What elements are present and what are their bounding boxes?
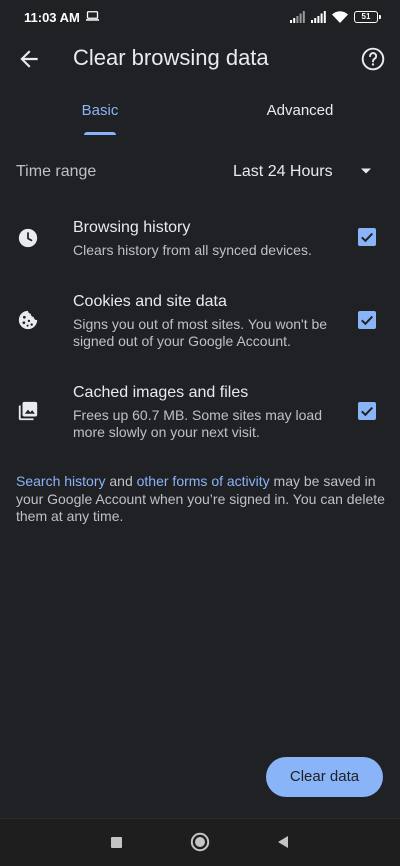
- tab-basic[interactable]: Basic: [0, 90, 200, 136]
- time-range-dropdown[interactable]: Last 24 Hours: [222, 153, 386, 191]
- option-description: Clears history from all synced devices.: [73, 242, 312, 258]
- option-cached-images[interactable]: Cached images and files Frees up 60.7 MB…: [0, 384, 400, 442]
- battery-icon: 51: [354, 11, 381, 23]
- image-icon: [18, 401, 38, 421]
- page-title: Clear browsing data: [73, 45, 269, 70]
- navigation-bar: [0, 818, 400, 866]
- option-title: Cookies and site data: [73, 293, 227, 310]
- laptop-icon: [86, 11, 99, 21]
- status-time: 11:03 AM: [24, 10, 80, 25]
- option-description: Signs you out of most sites. You won't b…: [73, 316, 328, 349]
- tab-bar: Basic Advanced: [0, 90, 400, 136]
- clear-data-button[interactable]: Clear data: [266, 757, 383, 797]
- option-cookies[interactable]: Cookies and site data Signs you out of m…: [0, 293, 400, 351]
- note-text: and: [105, 473, 137, 489]
- wifi-icon: [332, 11, 348, 23]
- home-icon[interactable]: [190, 832, 210, 852]
- option-browsing-history[interactable]: Browsing history Clears history from all…: [0, 219, 400, 259]
- tab-advanced[interactable]: Advanced: [200, 90, 400, 136]
- clock-icon: [18, 228, 38, 248]
- arrow-back-icon[interactable]: [16, 46, 42, 72]
- option-title: Browsing history: [73, 219, 191, 236]
- signal-icon: [311, 11, 326, 23]
- tab-indicator: [84, 132, 116, 135]
- option-description: Frees up 60.7 MB. Some sites may load mo…: [73, 407, 322, 440]
- other-activity-link[interactable]: other forms of activity: [137, 473, 270, 489]
- battery-level: 51: [361, 12, 371, 21]
- time-range-value: Last 24 Hours: [233, 163, 333, 180]
- app-bar: Clear browsing data: [0, 36, 400, 82]
- account-activity-note: Search history and other forms of activi…: [16, 473, 388, 526]
- cookie-icon: [18, 310, 38, 330]
- cookies-checkbox[interactable]: [358, 311, 376, 329]
- check-icon: [361, 232, 374, 243]
- time-range-row: Time range Last 24 Hours: [0, 153, 400, 191]
- dropdown-arrow-icon: [361, 168, 371, 174]
- check-icon: [361, 406, 374, 417]
- recents-icon[interactable]: [111, 837, 122, 848]
- cached-images-checkbox[interactable]: [358, 402, 376, 420]
- browsing-history-checkbox[interactable]: [358, 228, 376, 246]
- signal-icon: [290, 11, 305, 23]
- help-circle-icon[interactable]: [360, 46, 386, 72]
- status-bar: 11:03 AM 51: [0, 0, 400, 36]
- search-history-link[interactable]: Search history: [16, 473, 105, 489]
- status-icons: 51: [290, 9, 381, 25]
- check-icon: [361, 315, 374, 326]
- option-title: Cached images and files: [73, 384, 249, 401]
- time-range-label: Time range: [16, 163, 97, 180]
- back-triangle-icon[interactable]: [276, 835, 290, 849]
